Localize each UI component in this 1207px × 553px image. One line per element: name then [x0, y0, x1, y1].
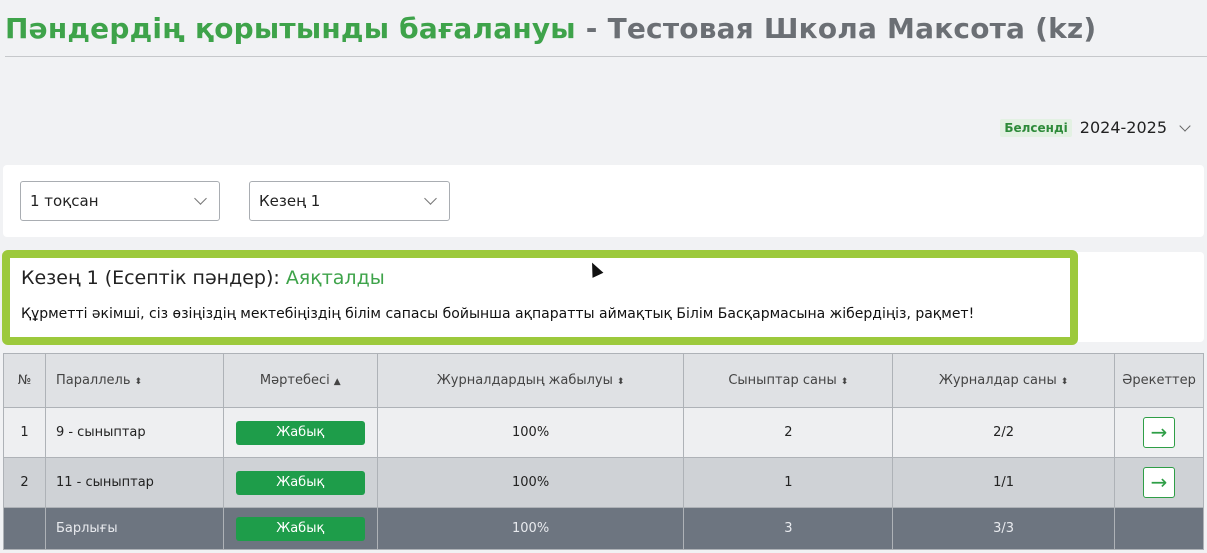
row-parallel: 9 - сыныптар	[44, 407, 224, 458]
period-status-label: Аяқталды	[285, 267, 385, 289]
academic-year-selector[interactable]: Белсенді 2024-2025	[1000, 118, 1191, 137]
total-number	[3, 507, 46, 550]
column-header-actions: Әрекеттер	[1113, 353, 1205, 408]
column-header-classes-label: Сыныптар саны	[728, 373, 837, 388]
total-classes: 3	[683, 507, 894, 550]
table-header-row: № Параллель ⬍ Мәртебесі ▲ Журналдардың жаб…	[3, 353, 1205, 408]
notice-message: Құрметті әкімші, сіз өзіңіздің мектебіңі…	[21, 306, 975, 322]
row-status-cell: Жабық	[222, 407, 378, 458]
arrow-right-icon[interactable]: →	[1142, 467, 1175, 498]
chevron-down-icon[interactable]	[1179, 119, 1191, 132]
period-select[interactable]: Кезең 1	[249, 181, 450, 221]
column-header-closing[interactable]: Журналдардың жабылуы ⬍	[376, 353, 685, 408]
table-row: 2 11 - сыныптар Жабық 100% 1 1/1 →	[3, 457, 1205, 508]
row-classes: 1	[683, 457, 894, 508]
chevron-down-icon	[424, 192, 437, 205]
page-title: Пәндердің қорытынды бағалануы - Тестовая…	[5, 12, 1096, 45]
total-label: Барлығы	[44, 507, 224, 550]
arrow-right-icon[interactable]: →	[1142, 417, 1175, 448]
status-badge: Жабық	[235, 470, 365, 495]
period-select-value: Кезең 1	[259, 192, 321, 210]
row-closing: 100%	[376, 407, 685, 458]
table-row: 1 9 - сыныптар Жабық 100% 2 2/2 →	[3, 407, 1205, 458]
sort-ascending-icon[interactable]: ▲	[334, 377, 341, 387]
total-journals: 3/3	[892, 507, 1115, 550]
total-status-cell: Жабық	[222, 507, 378, 550]
chevron-down-icon	[194, 192, 207, 205]
sort-icon[interactable]: ⬍	[1061, 377, 1069, 387]
sort-icon[interactable]: ⬍	[841, 377, 849, 387]
column-header-classes[interactable]: Сыныптар саны ⬍	[683, 353, 894, 408]
filter-panel: 1 тоқсан Кезең 1	[3, 165, 1204, 237]
column-header-parallel[interactable]: Параллель ⬍	[44, 353, 224, 408]
period-status-notice: Кезең 1 (Есептік пәндер): Аяқталды Құрме…	[2, 250, 1078, 345]
academic-year-value[interactable]: 2024-2025	[1080, 118, 1167, 137]
page-title-main: Пәндердің қорытынды бағалануы	[5, 12, 576, 45]
period-name: Кезең 1 (Есептік пәндер):	[21, 267, 286, 289]
column-header-parallel-label: Параллель	[55, 373, 131, 388]
period-status-heading: Кезең 1 (Есептік пәндер): Аяқталды	[21, 267, 385, 289]
row-number: 1	[3, 407, 46, 458]
total-closing: 100%	[376, 507, 685, 550]
row-closing: 100%	[376, 457, 685, 508]
row-parallel: 11 - сыныптар	[44, 457, 224, 508]
sort-icon[interactable]: ⬍	[617, 377, 625, 387]
column-header-closing-label: Журналдардың жабылуы	[436, 373, 613, 388]
row-classes: 2	[683, 407, 894, 458]
parallels-table: № Параллель ⬍ Мәртебесі ▲ Журналдардың жаб…	[3, 353, 1205, 550]
column-header-journals-label: Журналдар саны	[938, 373, 1057, 388]
quarter-select-value: 1 тоқсан	[30, 192, 99, 210]
row-status-cell: Жабық	[222, 457, 378, 508]
school-name: Тестовая Школа Максота (kz)	[607, 12, 1097, 45]
title-divider	[5, 56, 1207, 57]
column-header-number: №	[3, 353, 46, 408]
column-header-journals[interactable]: Журналдар саны ⬍	[892, 353, 1115, 408]
column-header-status[interactable]: Мәртебесі ▲	[222, 353, 378, 408]
quarter-select[interactable]: 1 тоқсан	[20, 181, 220, 221]
page-title-separator: -	[575, 12, 608, 45]
row-actions: →	[1113, 407, 1205, 458]
sort-icon[interactable]: ⬍	[135, 377, 143, 387]
row-number: 2	[3, 457, 46, 508]
row-journals: 2/2	[892, 407, 1115, 458]
table-total-row: Барлығы Жабық 100% 3 3/3	[3, 507, 1205, 550]
column-header-status-label: Мәртебесі	[259, 373, 330, 388]
total-actions	[1113, 507, 1205, 550]
row-actions: →	[1113, 457, 1205, 508]
status-badge: Жабық	[235, 420, 365, 445]
status-badge: Жабық	[235, 516, 365, 541]
row-journals: 1/1	[892, 457, 1115, 508]
year-status-badge: Белсенді	[1000, 118, 1072, 137]
